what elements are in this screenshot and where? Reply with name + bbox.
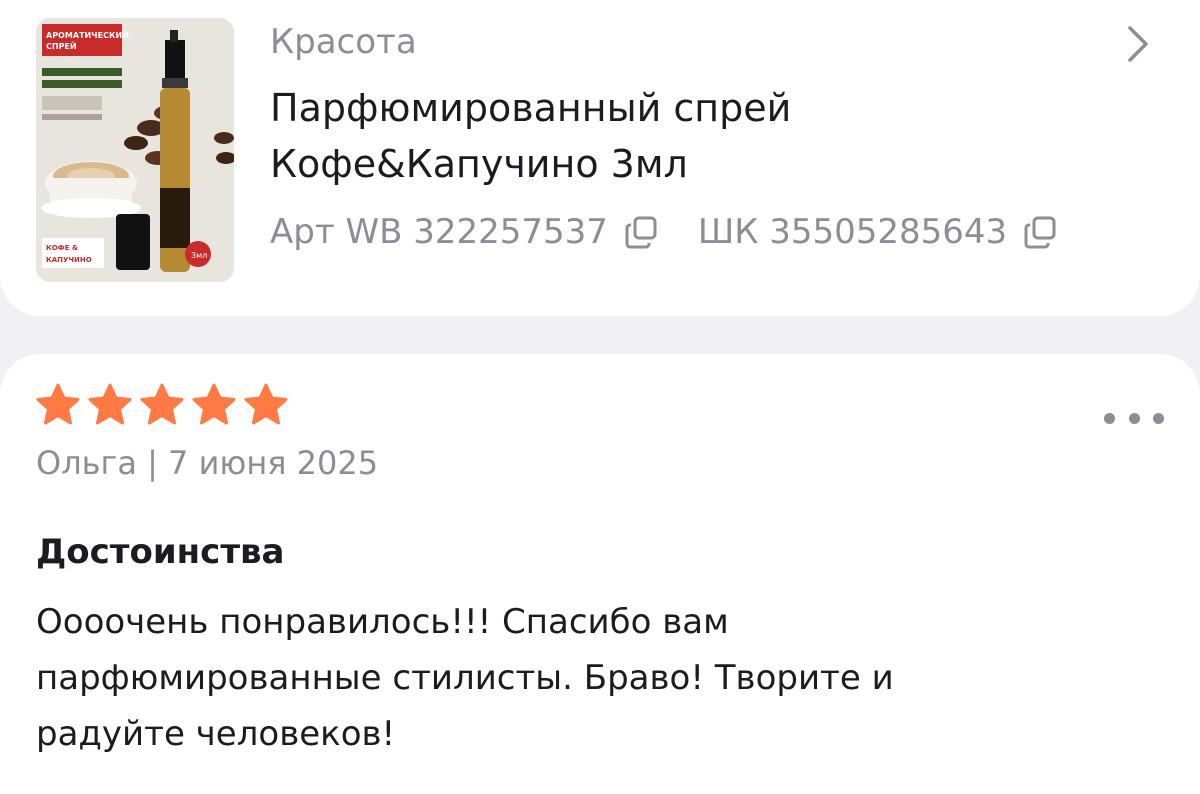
thumb-volume-badge: 3мл xyxy=(191,251,207,260)
product-thumbnail[interactable]: АРОМАТИЧЕСКИЙ СПРЕЙ 3мл КОФЕ & КАПУЧИНО xyxy=(36,18,234,282)
review-section-title: Достоинства xyxy=(36,532,285,572)
copy-art-icon[interactable] xyxy=(622,212,662,252)
review-author-date: Ольга | 7 июня 2025 xyxy=(36,444,379,482)
copy-barcode-icon[interactable] xyxy=(1021,212,1061,252)
star-icon xyxy=(192,383,236,425)
product-image: АРОМАТИЧЕСКИЙ СПРЕЙ 3мл КОФЕ & КАПУЧИНО xyxy=(36,18,234,282)
review-card: Ольга | 7 июня 2025 Достоинства Оооочень… xyxy=(0,354,1200,794)
product-title-line2: Кофе&Капучино 3мл xyxy=(270,142,688,186)
more-dots-icon[interactable] xyxy=(1104,398,1164,438)
star-icon xyxy=(88,383,132,425)
product-title[interactable]: Парфюмированный спрей Кофе&Капучино 3мл xyxy=(270,80,1050,192)
thumb-headline-line2: СПРЕЙ xyxy=(46,40,77,51)
review-text: Оооочень понравилось!!! Спасибо вам парф… xyxy=(36,594,1136,762)
art-code: Арт WB 322257537 xyxy=(270,212,662,252)
art-code-label: Арт WB 322257537 xyxy=(270,212,608,252)
product-card[interactable]: АРОМАТИЧЕСКИЙ СПРЕЙ 3мл КОФЕ & КАПУЧИНО … xyxy=(0,0,1200,316)
thumb-flavor-line2: КАПУЧИНО xyxy=(46,256,92,264)
thumb-headline-line1: АРОМАТИЧЕСКИЙ xyxy=(46,29,129,40)
barcode: ШК 35505285643 xyxy=(698,212,1061,252)
product-category: Красота xyxy=(270,22,417,62)
review-text-line2: парфюмированные стилисты. Браво! Творите… xyxy=(36,658,894,698)
product-codes: Арт WB 322257537 ШК 35505285643 xyxy=(270,206,1061,258)
product-title-line1: Парфюмированный спрей xyxy=(270,86,792,130)
star-icon xyxy=(140,383,184,425)
barcode-label: ШК 35505285643 xyxy=(697,212,1008,252)
star-icon xyxy=(244,383,288,425)
rating-stars xyxy=(34,382,290,428)
review-text-line1: Оооочень понравилось!!! Спасибо вам xyxy=(36,602,729,642)
star-icon xyxy=(36,383,80,425)
chevron-right-icon[interactable] xyxy=(1118,20,1158,68)
thumb-flavor-line1: КОФЕ & xyxy=(46,244,78,252)
review-text-line3: радуйте человеков! xyxy=(36,714,396,754)
